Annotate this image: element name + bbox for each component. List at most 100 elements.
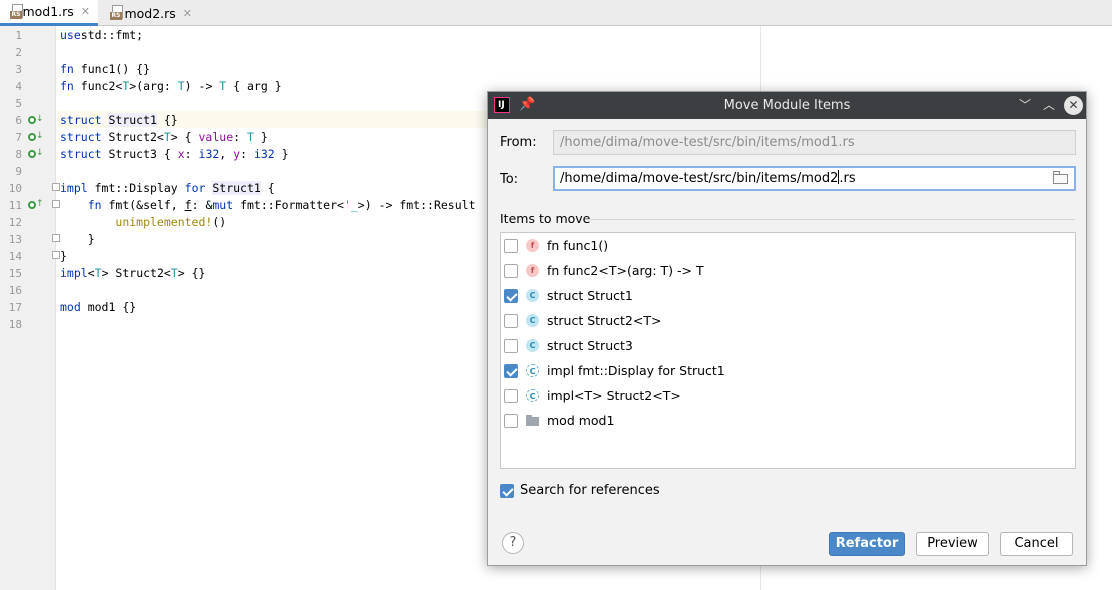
line-number: 15 xyxy=(8,267,22,280)
chevron-down-icon[interactable]: ﹀ xyxy=(1016,96,1034,114)
search-references-option[interactable]: Search for references xyxy=(500,483,660,498)
item-checkbox[interactable] xyxy=(504,263,518,278)
refactor-button[interactable]: Refactor xyxy=(829,532,905,556)
impl-icon: C xyxy=(526,364,539,377)
code-line[interactable]: } xyxy=(60,231,95,248)
search-references-checkbox[interactable] xyxy=(500,483,514,498)
line-number: 1 xyxy=(15,29,22,42)
function-icon: f xyxy=(526,264,539,277)
item-label: impl fmt::Display for Struct1 xyxy=(547,363,725,378)
separator xyxy=(585,219,1075,220)
close-icon[interactable]: ✕ xyxy=(183,7,192,20)
code-line[interactable]: mod mod1 {} xyxy=(60,299,136,316)
impl-icon: C xyxy=(526,389,539,402)
line-number: 14 xyxy=(8,250,22,263)
item-label: mod mod1 xyxy=(547,413,615,428)
line-number: 2 xyxy=(15,46,22,59)
function-icon: f xyxy=(526,239,539,252)
item-checkbox[interactable] xyxy=(504,338,518,353)
code-line[interactable]: } xyxy=(60,248,67,265)
struct-icon: C xyxy=(526,289,539,302)
item-checkbox[interactable] xyxy=(504,313,518,328)
list-item[interactable]: f fn func1() xyxy=(501,233,1075,258)
code-line[interactable]: struct Struct2<T> { value: T } xyxy=(60,129,268,146)
item-label: struct Struct2<T> xyxy=(547,313,662,328)
code-line[interactable]: struct Struct1 {} xyxy=(60,112,178,129)
line-number: 16 xyxy=(8,284,22,297)
item-label: struct Struct1 xyxy=(547,288,633,303)
folder-browse-icon[interactable] xyxy=(1053,171,1069,185)
move-module-items-dialog: Move Module Items IJ 📌 ﹀ ︿ ✕ From: /home… xyxy=(487,91,1087,566)
chevron-up-icon[interactable]: ︿ xyxy=(1040,96,1058,114)
code-line[interactable]: usestd::fmt; xyxy=(60,27,143,44)
tab-mod2[interactable]: RS mod2.rs ✕ xyxy=(100,0,200,26)
line-number: 10 xyxy=(8,182,22,195)
item-checkbox[interactable] xyxy=(504,413,518,428)
code-line[interactable]: fn func1() {} xyxy=(60,61,150,78)
dialog-titlebar[interactable]: Move Module Items IJ 📌 ﹀ ︿ ✕ xyxy=(488,92,1086,119)
editor-gutter[interactable]: 1 2 3 4 5 6 7 8 9 10 11 12 13 14 15 16 1… xyxy=(0,26,60,590)
item-checkbox[interactable] xyxy=(504,388,518,403)
implemented-traits-icon[interactable]: ↓ xyxy=(28,114,44,126)
line-number: 13 xyxy=(8,233,22,246)
fold-marker-icon[interactable] xyxy=(52,183,60,191)
close-icon[interactable]: ✕ xyxy=(81,5,90,18)
list-item[interactable]: C struct Struct2<T> xyxy=(501,308,1075,333)
line-number: 5 xyxy=(15,97,22,110)
line-number: 6 xyxy=(15,114,22,127)
to-field[interactable]: /home/dima/move-test/src/bin/items/mod2.… xyxy=(553,166,1076,191)
tab-label: mod2.rs xyxy=(124,5,176,21)
item-checkbox[interactable] xyxy=(504,363,518,378)
line-number: 9 xyxy=(15,165,22,178)
item-label: impl<T> Struct2<T> xyxy=(547,388,681,403)
rust-file-icon: RS xyxy=(10,3,23,20)
tab-label: mod1.rs xyxy=(22,4,74,19)
pin-icon[interactable]: 📌 xyxy=(519,96,535,114)
list-item[interactable]: C impl fmt::Display for Struct1 xyxy=(501,358,1075,383)
to-field-text-suffix: .rs xyxy=(839,171,856,186)
rust-file-icon: RS xyxy=(110,5,123,21)
search-references-label: Search for references xyxy=(520,483,660,498)
fold-marker-icon[interactable] xyxy=(52,234,60,242)
tab-mod1[interactable]: RS mod1.rs ✕ xyxy=(0,0,98,26)
implemented-traits-icon[interactable]: ↓ xyxy=(28,148,44,160)
list-item[interactable]: C impl<T> Struct2<T> xyxy=(501,383,1075,408)
items-to-move-label: Items to move xyxy=(500,211,591,226)
line-number: 8 xyxy=(15,148,22,161)
implemented-traits-icon[interactable]: ↓ xyxy=(28,131,44,143)
line-number: 11 xyxy=(8,199,22,212)
code-line[interactable]: struct Struct3 { x: i32, y: i32 } xyxy=(60,146,289,163)
app-logo-icon: IJ xyxy=(494,97,510,113)
item-checkbox[interactable] xyxy=(504,288,518,303)
from-field: /home/dima/move-test/src/bin/items/mod1.… xyxy=(553,130,1076,155)
module-folder-icon xyxy=(526,414,539,427)
dialog-title: Move Module Items xyxy=(723,98,851,113)
list-item[interactable]: mod mod1 xyxy=(501,408,1075,433)
line-number: 3 xyxy=(15,63,22,76)
close-icon[interactable]: ✕ xyxy=(1064,96,1083,115)
line-number: 17 xyxy=(8,301,22,314)
line-number: 7 xyxy=(15,131,22,144)
implements-method-icon[interactable]: ↑ xyxy=(28,199,44,211)
code-line[interactable]: unimplemented!() xyxy=(60,214,226,231)
code-line[interactable]: fn fmt(&self, f: &mut fmt::Formatter<'_>… xyxy=(60,197,476,214)
fold-marker-icon[interactable] xyxy=(52,200,60,208)
item-checkbox[interactable] xyxy=(504,238,518,253)
to-label: To: xyxy=(500,172,519,187)
help-button[interactable]: ? xyxy=(502,532,524,554)
list-item[interactable]: C struct Struct3 xyxy=(501,333,1075,358)
list-item[interactable]: C struct Struct1 xyxy=(501,283,1075,308)
code-line[interactable]: impl<T> Struct2<T> {} xyxy=(60,265,205,282)
preview-button[interactable]: Preview xyxy=(916,532,989,556)
line-number: 4 xyxy=(15,80,22,93)
item-label: fn func1() xyxy=(547,238,609,253)
code-line[interactable]: impl fmt::Display for Struct1 { xyxy=(60,180,275,197)
from-label: From: xyxy=(500,135,537,150)
cancel-button[interactable]: Cancel xyxy=(1000,532,1073,556)
code-line[interactable]: fn func2<T>(arg: T) -> T { arg } xyxy=(60,78,282,95)
list-item[interactable]: f fn func2<T>(arg: T) -> T xyxy=(501,258,1075,283)
fold-marker-icon[interactable] xyxy=(52,251,60,259)
editor-tab-bar: RS mod1.rs ✕ RS mod2.rs ✕ xyxy=(0,0,1112,26)
item-label: fn func2<T>(arg: T) -> T xyxy=(547,263,704,278)
items-to-move-list[interactable]: f fn func1() f fn func2<T>(arg: T) -> T … xyxy=(500,232,1076,469)
